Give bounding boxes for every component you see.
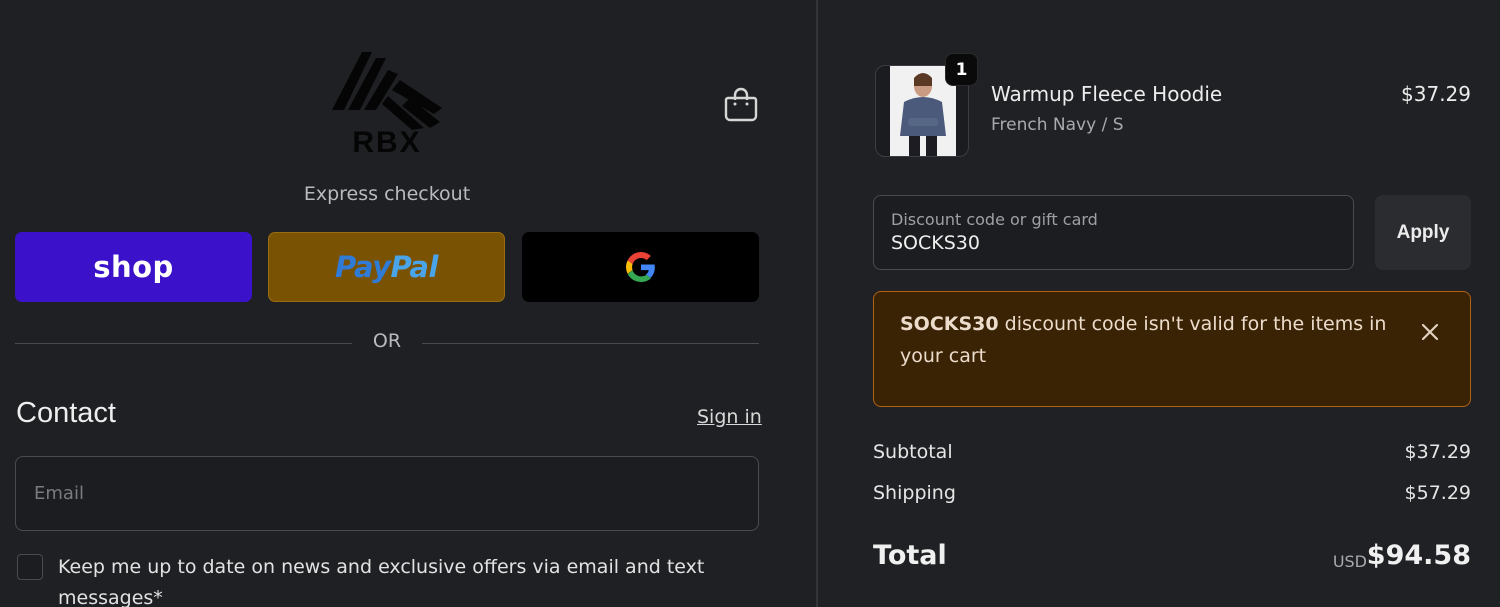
email-input[interactable] (34, 483, 740, 504)
total-label: Total (873, 540, 947, 571)
discount-error-alert: SOCKS30 discount code isn't valid for th… (873, 291, 1471, 407)
discount-field-label: Discount code or gift card (891, 210, 1098, 229)
paypal-button[interactable]: PayPal (268, 232, 505, 302)
product-name: Warmup Fleece Hoodie (991, 82, 1223, 106)
close-icon[interactable] (1418, 320, 1442, 344)
sign-in-link[interactable]: Sign in (697, 406, 762, 428)
shop-pay-label: shop (93, 250, 174, 284)
discount-code-input[interactable]: SOCKS30 (891, 232, 1336, 254)
express-checkout-label: Express checkout (303, 183, 471, 205)
product-variant: French Navy / S (991, 115, 1124, 135)
shopping-bag-icon[interactable] (724, 86, 758, 122)
newsletter-checkbox[interactable] (17, 554, 43, 580)
or-separator: OR (15, 330, 759, 356)
separator-line (15, 343, 352, 344)
subtotal-label: Subtotal (873, 441, 953, 463)
google-g-icon (625, 252, 655, 282)
or-label: OR (372, 330, 402, 352)
apply-discount-button[interactable]: Apply (1375, 195, 1471, 270)
error-message: SOCKS30 discount code isn't valid for th… (900, 313, 1387, 367)
logo-text: RBX (352, 126, 421, 156)
product-price: $37.29 (1401, 82, 1471, 106)
newsletter-label: Keep me up to date on news and exclusive… (58, 556, 705, 607)
checkout-main-panel: RBX Express checkout shop PayPal OR Cont… (0, 0, 816, 607)
rbx-logo: RBX (332, 52, 442, 156)
google-pay-button[interactable] (522, 232, 759, 302)
paypal-label: PayPal (335, 250, 438, 284)
email-field[interactable] (15, 456, 759, 531)
separator-line (422, 343, 759, 344)
shipping-value: $57.29 (1404, 482, 1471, 504)
shipping-label: Shipping (873, 482, 956, 504)
total-value: $94.58 (1366, 540, 1471, 571)
quantity-badge: 1 (945, 53, 978, 86)
currency-label: USD (1332, 552, 1367, 571)
discount-code-field[interactable]: Discount code or gift card SOCKS30 (873, 195, 1354, 270)
subtotal-value: $37.29 (1404, 441, 1471, 463)
contact-heading: Contact (16, 397, 116, 429)
shop-pay-button[interactable]: shop (15, 232, 252, 302)
